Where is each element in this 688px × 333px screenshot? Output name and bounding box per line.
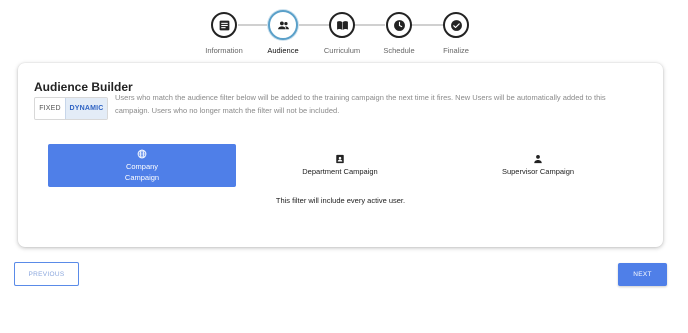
progress-stepper: Information Audience Curriculum Schedule…	[0, 10, 688, 60]
step-label: Finalize	[443, 46, 469, 55]
next-button[interactable]: NEXT	[618, 263, 667, 286]
check-circle-icon	[443, 12, 469, 38]
option-supervisor-campaign[interactable]: Supervisor Campaign	[473, 144, 603, 187]
audience-builder-card: Audience Builder FIXED DYNAMIC Users who…	[18, 63, 663, 247]
toggle-fixed[interactable]: FIXED	[35, 98, 65, 119]
contact-card-icon	[336, 154, 344, 164]
audience-description: Users who match the audience filter belo…	[115, 93, 606, 115]
users-icon	[268, 10, 298, 40]
audience-type-toggle: FIXED DYNAMIC	[34, 97, 108, 120]
option-label: Supervisor Campaign	[501, 167, 575, 176]
filter-note: This filter will include every active us…	[275, 196, 406, 205]
option-department-campaign[interactable]: Department Campaign	[275, 144, 405, 187]
book-icon	[329, 12, 355, 38]
option-company-campaign[interactable]: Company Campaign	[48, 144, 236, 187]
option-label: Company Campaign	[124, 161, 160, 182]
information-icon	[211, 12, 237, 38]
previous-button[interactable]: PREVIOUS	[14, 262, 79, 286]
toggle-dynamic[interactable]: DYNAMIC	[65, 98, 107, 119]
option-label: Department Campaign	[302, 167, 378, 176]
globe-icon	[137, 149, 147, 158]
person-icon	[534, 155, 542, 164]
step-finalize[interactable]: Finalize	[421, 10, 491, 55]
clock-icon	[386, 12, 412, 38]
campaign-type-options: Company Campaign Department Campaign Sup…	[18, 144, 663, 188]
